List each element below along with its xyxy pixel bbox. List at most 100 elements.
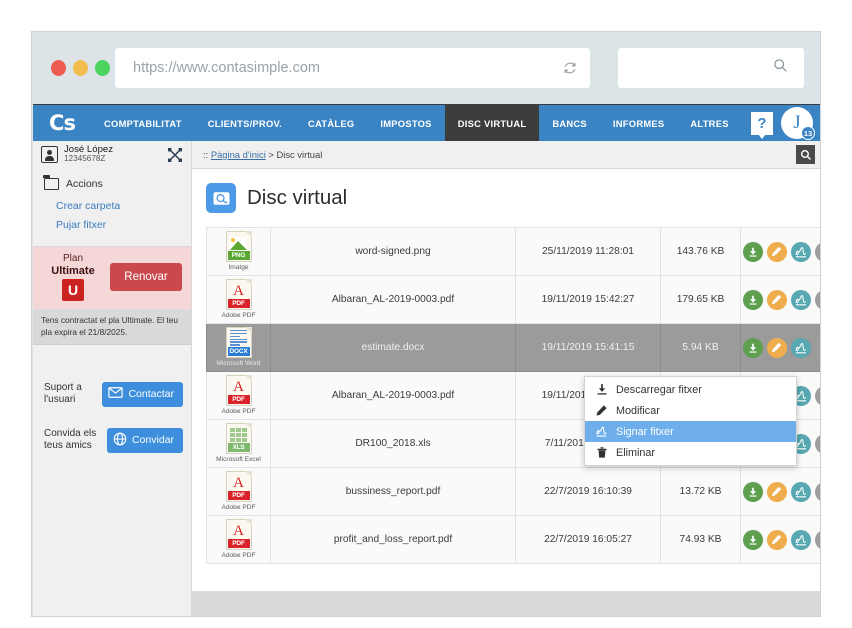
file-type-caption: Imatge	[228, 264, 249, 271]
file-type-icon: A PDF Adobe PDF	[207, 375, 270, 416]
user-tax-id: 12345678Z	[64, 154, 106, 164]
row-action-download[interactable]	[742, 337, 763, 358]
row-action-more[interactable]	[814, 385, 820, 406]
file-name-cell[interactable]: word-signed.png	[270, 227, 516, 276]
user-names: José López 12345678Z	[64, 145, 113, 164]
app-search-button[interactable]	[796, 145, 815, 164]
breadcrumb-current: Disc virtual	[276, 149, 323, 160]
nav-altres[interactable]: ALTRES	[677, 105, 741, 141]
row-action-edit[interactable]	[766, 481, 787, 502]
file-name-cell[interactable]: estimate.docx	[270, 323, 516, 372]
application-viewport: Cs COMPTABILITAT CLIENTS/PROV. CATÀLEG I…	[33, 104, 820, 616]
plan-badge-icon: U	[62, 279, 84, 302]
browser-chrome: https://www.contasimple.com	[32, 32, 820, 104]
row-actions	[741, 289, 820, 310]
file-name-cell[interactable]: bussiness_report.pdf	[270, 467, 516, 516]
pdf-glyph: A	[233, 523, 244, 539]
nav-informes[interactable]: INFORMES	[600, 105, 677, 141]
help-icon[interactable]: ?	[751, 111, 773, 139]
table-row[interactable]: A PDF Adobe PDF Albaran_AL-2019-0003.pdf 19/…	[206, 275, 820, 324]
row-action-edit[interactable]	[766, 289, 787, 310]
table-row[interactable]: A PDF Adobe PDF profit_and_loss_report.pdf 2…	[206, 515, 820, 564]
row-action-edit[interactable]	[766, 337, 787, 358]
file-name-cell[interactable]: Albaran_AL-2019-0003.pdf	[270, 275, 516, 324]
row-action-edit[interactable]	[766, 529, 787, 550]
actions-header: Accions	[33, 175, 191, 190]
breadcrumb: :: Pàgina d'inici > Disc virtual	[192, 149, 322, 160]
file-size-cell: 74.93 KB	[660, 515, 741, 564]
row-action-more[interactable]	[814, 529, 820, 550]
table-row[interactable]: DOCX Microsoft Word estimate.docx 19/11/201…	[206, 323, 820, 372]
row-action-more[interactable]	[814, 433, 820, 454]
context-menu-label: Eliminar	[616, 446, 655, 459]
row-action-sign[interactable]	[790, 481, 811, 502]
row-action-more[interactable]	[814, 289, 820, 310]
row-action-more[interactable]	[814, 481, 820, 502]
file-name-cell[interactable]: DR100_2018.xls	[270, 419, 516, 468]
row-action-more[interactable]	[814, 337, 820, 358]
app-logo[interactable]: Cs	[33, 105, 91, 141]
table-row[interactable]: A PDF Adobe PDF bussiness_report.pdf 22/7/20…	[206, 467, 820, 516]
document-lines	[230, 329, 247, 348]
page-header: Disc virtual	[206, 183, 820, 213]
row-action-download[interactable]	[742, 529, 763, 550]
context-menu-item-modificar[interactable]: Modificar	[585, 400, 796, 421]
browser-search-input[interactable]	[618, 48, 804, 88]
pdf-glyph: A	[233, 379, 244, 395]
row-action-sign[interactable]	[790, 241, 811, 262]
context-menu[interactable]: Descarregar fitxer Modificar Signar fitx…	[584, 376, 797, 466]
context-menu-item-descarregar[interactable]: Descarregar fitxer	[585, 379, 796, 400]
file-sheet: XLS	[225, 423, 252, 454]
row-action-sign[interactable]	[790, 529, 811, 550]
file-date-cell: 25/11/2019 11:28:01	[515, 227, 661, 276]
row-action-download[interactable]	[742, 481, 763, 502]
row-action-download[interactable]	[742, 241, 763, 262]
user-box[interactable]: José López 12345678Z	[33, 140, 192, 169]
row-action-download[interactable]	[742, 289, 763, 310]
reload-icon[interactable]	[550, 61, 590, 75]
contact-support-button[interactable]: Contactar	[102, 381, 183, 407]
context-menu-item-signar[interactable]: Signar fitxer	[585, 421, 796, 442]
page-title: Disc virtual	[247, 186, 348, 209]
collapse-sidebar-icon[interactable]	[167, 147, 183, 163]
nav-impostos[interactable]: IMPOSTOS	[367, 105, 444, 141]
file-sheet: A PDF	[225, 375, 252, 406]
file-type-icon: A PDF Adobe PDF	[207, 279, 270, 320]
nav-disc-virtual[interactable]: DISC VIRTUAL	[444, 105, 540, 141]
nav-cataleg[interactable]: CATÀLEG	[295, 105, 367, 141]
file-actions-cell	[740, 227, 820, 276]
maximize-window-button[interactable]	[95, 60, 110, 76]
file-date-cell: 19/11/2019 15:41:15	[515, 323, 661, 372]
browser-window: https://www.contasimple.com Cs COMPTABIL…	[31, 31, 821, 617]
file-date-cell: 22/7/2019 16:10:39	[515, 467, 661, 516]
file-name-cell[interactable]: profit_and_loss_report.pdf	[270, 515, 516, 564]
url-text[interactable]: https://www.contasimple.com	[115, 60, 550, 76]
file-type-tag: XLS	[227, 443, 250, 452]
image-thumb	[230, 236, 247, 250]
row-action-sign[interactable]	[790, 337, 811, 358]
row-action-sign[interactable]	[790, 289, 811, 310]
close-window-button[interactable]	[51, 60, 66, 76]
breadcrumb-home-link[interactable]: Pàgina d'inici	[211, 149, 266, 160]
minimize-window-button[interactable]	[73, 60, 88, 76]
file-actions-cell	[740, 515, 820, 564]
table-row[interactable]: PNG Imatge word-signed.png 25/11/2019 11:28…	[206, 227, 820, 276]
signature-icon	[596, 426, 607, 437]
invite-friends-button[interactable]: Convidar	[106, 427, 183, 453]
envelope-icon	[108, 387, 124, 401]
row-action-more[interactable]	[814, 241, 820, 262]
row-action-edit[interactable]	[766, 241, 787, 262]
file-actions-cell	[740, 275, 820, 324]
main-navigation: Cs COMPTABILITAT CLIENTS/PROV. CATÀLEG I…	[33, 105, 820, 141]
address-bar[interactable]: https://www.contasimple.com	[115, 48, 590, 88]
nav-comptabilitat[interactable]: COMPTABILITAT	[91, 105, 195, 141]
nav-clients-prov[interactable]: CLIENTS/PROV.	[195, 105, 295, 141]
sidebar-link-pujar-fitxer[interactable]: Pujar fitxer	[33, 215, 191, 234]
sidebar-link-crear-carpeta[interactable]: Crear carpeta	[33, 196, 191, 215]
sidebar-spacer	[33, 345, 191, 372]
file-name-cell[interactable]: Albaran_AL-2019-0003.pdf	[270, 371, 516, 420]
file-type-cell: A PDF Adobe PDF	[206, 371, 271, 420]
renew-plan-button[interactable]: Renovar	[110, 263, 182, 292]
context-menu-item-eliminar[interactable]: Eliminar	[585, 442, 796, 463]
nav-bancs[interactable]: BANCS	[539, 105, 600, 141]
